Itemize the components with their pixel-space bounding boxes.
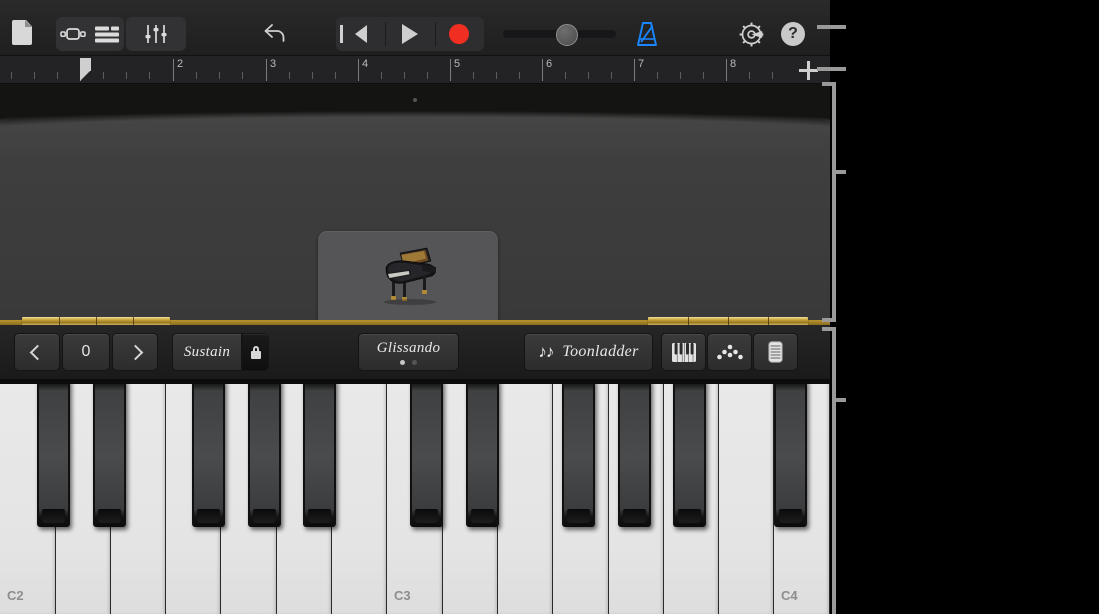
ruler-bar-number: 2 (177, 58, 184, 70)
white-key[interactable] (719, 379, 774, 614)
piano-lid-shadow (0, 84, 830, 130)
octave-value: 0 (62, 333, 110, 371)
black-key-gsharp2[interactable] (248, 379, 281, 527)
gear-icon (739, 22, 764, 47)
keyboard-icon (671, 342, 696, 362)
undo-button[interactable] (263, 22, 287, 44)
document-icon[interactable] (12, 20, 32, 45)
callout-bracket-keyboard-stem (832, 327, 836, 614)
page-indicator (400, 359, 417, 365)
document-fold (25, 20, 32, 27)
callout-leader-keyboard (832, 398, 846, 402)
instrument-view-icon (60, 28, 86, 40)
playhead[interactable] (80, 58, 91, 82)
octave-down-button[interactable] (14, 333, 60, 371)
sustain-button[interactable]: Sustain (172, 333, 242, 371)
keyboard-control-bar: 0 Sustain Glissando ♪♪ Toonladder (0, 325, 830, 379)
keyboard-top-edge (0, 379, 830, 384)
callout-line-toolbar (817, 25, 846, 29)
ruler-bar-number: 4 (362, 58, 369, 70)
chevron-left-icon (29, 344, 45, 360)
master-volume-knob[interactable] (556, 24, 578, 46)
instrument-browser: Grand Piano (0, 84, 830, 322)
scale-label: Toonladder (562, 343, 639, 360)
page-dot (412, 359, 417, 365)
piano-keyboard[interactable]: C2 C3 C4 (0, 379, 830, 614)
key-label: C3 (394, 588, 411, 603)
black-key-csharp2[interactable] (37, 379, 70, 527)
octave-up-button[interactable] (112, 333, 158, 371)
music-note-icon: ♪♪ (538, 342, 554, 361)
lid-center-dot (413, 98, 417, 102)
screenshot-root: ? 1 2 3 4 5 6 7 8 0 Sustain Glissando ♪♪… (0, 0, 1099, 614)
instrument-view-button[interactable] (56, 17, 90, 51)
ruler-bar-number: 7 (638, 58, 645, 70)
black-key-dsharp3[interactable] (466, 379, 499, 527)
key-label: C2 (7, 588, 24, 603)
chevron-right-icon (127, 344, 143, 360)
mixer-icon (145, 25, 167, 43)
white-key[interactable] (332, 379, 387, 614)
transport-controls (336, 17, 484, 51)
black-key-fsharp2[interactable] (192, 379, 225, 527)
track-view-button[interactable] (90, 17, 124, 51)
track-view-icon (95, 26, 119, 42)
sustain-label: Sustain (183, 343, 231, 360)
black-key-csharp3[interactable] (410, 379, 443, 527)
callout-bracket-browser-stem (832, 82, 836, 322)
help-button[interactable]: ? (781, 22, 805, 46)
glissando-button[interactable]: Glissando (358, 333, 459, 371)
rewind-icon (339, 25, 367, 43)
mixer-group (126, 17, 186, 51)
callout-leader-browser (832, 170, 846, 174)
key-label: C4 (781, 588, 798, 603)
timeline-ruler[interactable]: 1 2 3 4 5 6 7 8 (0, 56, 830, 84)
keyboard-view-button[interactable] (661, 333, 706, 371)
lock-icon (250, 345, 261, 359)
black-key-asharp2[interactable] (303, 379, 336, 527)
pitch-strip-button[interactable] (753, 333, 798, 371)
ruler-bar-number: 3 (270, 58, 277, 70)
callout-line-ruler (817, 67, 846, 71)
add-section-button[interactable] (798, 60, 818, 80)
ruler-bar-number: 8 (730, 58, 737, 70)
play-button[interactable] (385, 17, 434, 51)
white-key[interactable] (498, 379, 553, 614)
black-key-dsharp2[interactable] (93, 379, 126, 527)
black-key-csharp4[interactable] (774, 379, 807, 527)
undo-icon (264, 24, 285, 42)
arpeggiator-button[interactable] (707, 333, 752, 371)
pitch-strip-icon (768, 341, 783, 363)
view-toggle-group (56, 17, 124, 51)
black-key-gsharp3[interactable] (618, 379, 651, 527)
ruler-bar-number: 6 (546, 58, 553, 70)
record-button[interactable] (434, 17, 484, 51)
glissando-label: Glissando (376, 339, 441, 356)
black-key-fsharp3[interactable] (562, 379, 595, 527)
ruler-bar-number: 5 (454, 58, 461, 70)
page-dot-active (400, 359, 405, 365)
callout-bracket-browser-bottom (822, 318, 836, 322)
instrument-card-grand-piano[interactable]: Grand Piano (318, 231, 498, 322)
rewind-button[interactable] (336, 17, 385, 51)
scale-button[interactable]: ♪♪ Toonladder (524, 333, 653, 371)
metronome-icon (637, 22, 657, 46)
settings-button[interactable] (738, 21, 765, 48)
record-icon (449, 24, 470, 44)
garageband-app-window: ? 1 2 3 4 5 6 7 8 0 Sustain Glissando ♪♪… (0, 0, 830, 614)
metronome-button[interactable] (634, 20, 660, 48)
arpeggiator-icon (716, 344, 743, 360)
play-icon (401, 24, 418, 44)
mixer-button[interactable] (126, 17, 186, 51)
top-toolbar: ? (0, 0, 830, 56)
sustain-lock-button[interactable] (242, 333, 269, 371)
grand-piano-image (384, 247, 436, 305)
black-key-asharp3[interactable] (673, 379, 706, 527)
